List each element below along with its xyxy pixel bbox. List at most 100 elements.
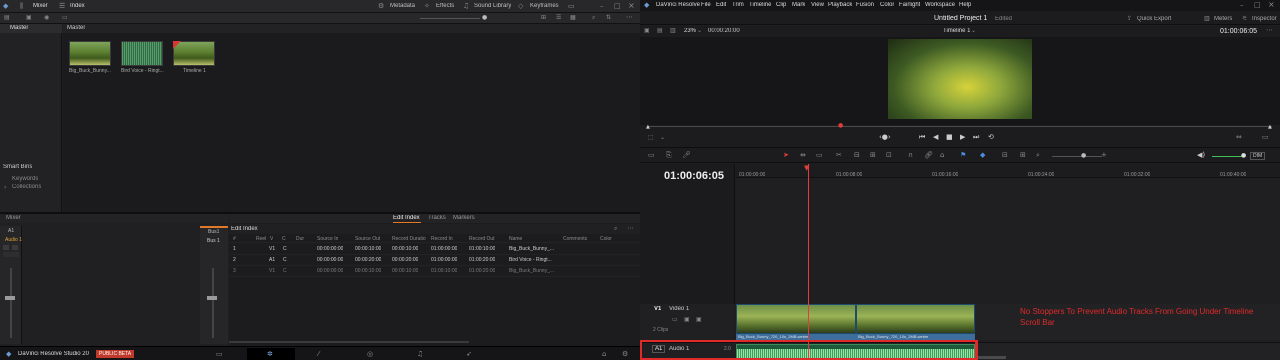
chevron-down-icon[interactable]: ⌄ xyxy=(971,27,976,34)
deliver-page-icon[interactable]: ➶ xyxy=(466,350,472,358)
menu-playback[interactable]: Playback xyxy=(828,2,852,8)
mute-button[interactable] xyxy=(12,245,18,250)
track-visibility-icon[interactable]: ▣ xyxy=(696,316,702,323)
jog-control-icon[interactable]: ‹●› xyxy=(879,133,891,141)
menu-view[interactable]: View xyxy=(811,2,824,8)
sidebar-toggle-icon[interactable]: ▣ xyxy=(26,14,32,21)
selection-tool-icon[interactable]: ➤ xyxy=(783,151,789,159)
layout-single-icon[interactable]: ▥ xyxy=(670,27,676,34)
minimize-icon[interactable]: – xyxy=(600,2,604,10)
menu-help[interactable]: Help xyxy=(959,2,971,8)
col-header[interactable]: Record Out xyxy=(469,236,495,242)
position-lock-icon[interactable]: ⌂ xyxy=(940,151,944,159)
track-name-v1[interactable]: Video 1 xyxy=(669,306,689,312)
master-bin[interactable]: Master xyxy=(0,24,62,33)
go-to-start-icon[interactable]: ⏮ xyxy=(919,133,925,142)
mic-icon[interactable]: 🎤︎ xyxy=(682,151,691,159)
list-mode-icon[interactable]: ☰ xyxy=(556,14,561,21)
media-clip-thumb[interactable] xyxy=(69,41,111,66)
auto-select-icon[interactable]: ▣ xyxy=(684,316,690,323)
tab-edit-index[interactable]: Edit Index xyxy=(393,215,420,221)
collections-item[interactable]: Collections xyxy=(12,184,41,190)
pan-control[interactable] xyxy=(3,252,19,257)
keyframes-tab[interactable]: Keyframes xyxy=(530,3,559,9)
volume-icon[interactable]: ◀︎) xyxy=(1197,151,1205,159)
layout-dual-icon[interactable]: ▤ xyxy=(657,27,663,34)
close-icon[interactable]: × xyxy=(628,1,635,10)
menu-trim[interactable]: Trim xyxy=(732,2,744,8)
menu-timeline[interactable]: Timeline xyxy=(749,2,771,8)
eye-icon[interactable]: ◉ xyxy=(44,14,49,21)
menu-color[interactable]: Color xyxy=(880,2,894,8)
video-clip[interactable] xyxy=(736,304,856,334)
horizontal-scrollbar[interactable] xyxy=(229,341,469,343)
zoom-custom-icon[interactable]: ⌕ xyxy=(1036,151,1040,160)
volume-handle-icon[interactable]: ● xyxy=(1241,152,1246,159)
timeline-view-options-icon[interactable]: ▭ xyxy=(648,151,655,159)
menu-edit[interactable]: Edit xyxy=(716,2,726,8)
sound-library-tab[interactable]: Sound Library xyxy=(474,3,511,9)
home-icon[interactable]: ⌂ xyxy=(602,350,606,358)
keywords-item[interactable]: Keywords xyxy=(12,176,38,182)
metadata-icon[interactable]: ⚙ xyxy=(378,2,384,10)
dim-button[interactable]: DIM xyxy=(1250,152,1266,160)
index-icon[interactable]: ☰ xyxy=(59,2,65,10)
effects-tab[interactable]: Effects xyxy=(436,3,454,9)
more-options-icon[interactable]: ⋯ xyxy=(627,224,634,232)
trim-tool-icon[interactable]: ⇹ xyxy=(800,151,806,159)
search-icon[interactable]: ⌕ xyxy=(592,14,595,22)
zoom-level[interactable]: 23% xyxy=(684,28,696,34)
solo-button[interactable] xyxy=(3,245,9,250)
filmstrip-icon[interactable]: ▦ xyxy=(570,14,576,21)
color-page-icon[interactable]: ◎ xyxy=(367,350,373,358)
chevron-right-icon[interactable]: › xyxy=(4,184,6,191)
linked-selection-icon[interactable]: 🔗︎ xyxy=(924,151,933,159)
close-icon[interactable]: × xyxy=(1268,0,1275,9)
sort-icon[interactable]: ⇅ xyxy=(606,14,611,21)
snapping-icon[interactable]: ∩ xyxy=(908,151,913,159)
col-header[interactable]: C xyxy=(282,236,286,242)
minimize-icon[interactable]: – xyxy=(1240,1,1244,9)
menu-mark[interactable]: Mark xyxy=(792,2,805,8)
mixer-icon[interactable]: ⫼ xyxy=(20,2,23,11)
mixer-tab[interactable]: Mixer xyxy=(33,3,48,9)
table-row[interactable]: 2 A1 C 00:00:00:00 00:00:20:00 00:00:20:… xyxy=(229,255,640,266)
fairlight-page-icon[interactable]: ♫ xyxy=(417,350,423,358)
zoom-slider-handle-icon[interactable]: ● xyxy=(1081,152,1086,159)
tab-tracks[interactable]: Tracks xyxy=(428,215,446,221)
chevron-down-icon[interactable]: ⌄ xyxy=(660,134,665,141)
list-view-icon[interactable]: ▤ xyxy=(4,14,10,21)
more-options-icon[interactable]: ⋯ xyxy=(626,13,633,21)
col-header[interactable]: Color xyxy=(600,236,612,242)
timeline-timecode[interactable]: 01:00:06:05 xyxy=(664,170,724,182)
crop-icon[interactable]: ⬚ xyxy=(648,134,654,141)
table-row[interactable]: 1 V1 C 00:00:00:00 00:00:10:00 00:00:10:… xyxy=(229,244,640,255)
insert-clip-icon[interactable]: ⊟ xyxy=(854,151,860,159)
media-page-icon[interactable]: ▭ xyxy=(216,350,223,358)
col-header[interactable]: V xyxy=(270,236,273,242)
quick-export-button[interactable]: Quick Export xyxy=(1137,16,1171,22)
edit-mode-icon[interactable]: ⎘ xyxy=(666,151,672,160)
index-tab[interactable]: Index xyxy=(70,3,85,9)
viewer-frame[interactable] xyxy=(888,39,1032,119)
go-to-end-icon[interactable]: ⏭ xyxy=(973,133,979,142)
metadata-tab[interactable]: Metadata xyxy=(390,3,415,9)
fusion-page-icon[interactable]: ⁄ xyxy=(318,350,319,358)
menu-clip[interactable]: Clip xyxy=(776,2,786,8)
fullscreen-icon[interactable]: ▭ xyxy=(1262,133,1269,141)
sound-library-icon[interactable]: ♫ xyxy=(463,2,469,10)
maximize-icon[interactable]: □ xyxy=(614,2,621,10)
tab-markers[interactable]: Markers xyxy=(453,215,475,221)
replace-clip-icon[interactable]: ⊡ xyxy=(886,151,892,159)
col-header[interactable]: Reel xyxy=(256,236,266,242)
grid-view-icon[interactable]: ⊞ xyxy=(541,14,546,21)
playhead-handle-icon[interactable]: ▼ xyxy=(804,164,809,172)
menu-fairlight[interactable]: Fairlight xyxy=(899,2,920,8)
blade-tool-icon[interactable]: ✂ xyxy=(836,151,842,159)
layout-icon[interactable]: ▣ xyxy=(644,27,650,34)
zoom-in-icon[interactable]: + xyxy=(1101,151,1107,159)
effects-icon[interactable]: ✧ xyxy=(424,2,430,10)
audio-clip-thumb[interactable] xyxy=(121,41,163,66)
zoom-slider[interactable] xyxy=(420,18,480,19)
menu-workspace[interactable]: Workspace xyxy=(925,2,955,8)
